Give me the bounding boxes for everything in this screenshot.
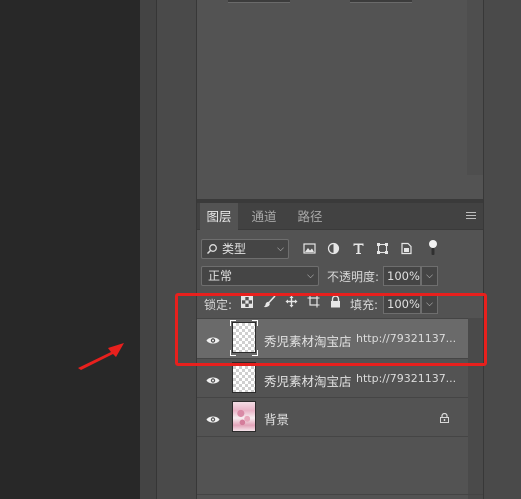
- chevron-down-icon: ⌵: [277, 244, 284, 254]
- workspace-gutter: [140, 0, 157, 499]
- tab-paths[interactable]: 路径: [290, 203, 330, 230]
- shape-filter-icon[interactable]: [376, 242, 389, 255]
- adjustment-filter-icon[interactable]: [327, 242, 340, 255]
- smart-object-filter-icon[interactable]: [400, 242, 413, 255]
- layers-panel-tabbar: [197, 203, 483, 230]
- blend-mode-dropdown[interactable]: 正常 ⌵: [201, 266, 319, 286]
- red-highlight-box: [175, 293, 487, 366]
- layer-link-text: http://79321137...: [356, 372, 457, 385]
- upper-panel-button[interactable]: [350, 0, 412, 3]
- search-icon: [206, 243, 218, 255]
- upper-panel-button[interactable]: [228, 0, 290, 3]
- opacity-slider-button[interactable]: ⌵: [421, 266, 438, 286]
- layer-thumbnail: [232, 362, 256, 393]
- visibility-eye-icon[interactable]: [206, 413, 220, 423]
- layer-name: 秀児素材淘宝店: [264, 374, 352, 389]
- layer-lock-icon: [440, 412, 449, 423]
- panel-menu-icon[interactable]: [466, 212, 476, 220]
- divider: [483, 0, 484, 499]
- background-thumbnail: [232, 401, 256, 432]
- blend-mode-value: 正常: [208, 269, 233, 283]
- opacity-input[interactable]: 100%: [383, 266, 421, 286]
- image-filter-icon[interactable]: [303, 242, 316, 255]
- chevron-down-icon: ⌵: [307, 271, 314, 281]
- upper-panel-scrollbar[interactable]: [467, 0, 483, 175]
- upper-panel: [197, 0, 483, 200]
- document-canvas-area: [0, 0, 140, 499]
- layer-row-background[interactable]: 背景: [197, 398, 468, 437]
- divider: [197, 494, 483, 495]
- filter-toggle-icon[interactable]: [428, 239, 438, 256]
- red-arrow-annotation: [75, 340, 127, 370]
- divider: [197, 436, 468, 437]
- right-panel-edge: [483, 0, 521, 499]
- opacity-label: 不透明度:: [327, 270, 380, 284]
- tab-layers[interactable]: 图层: [200, 203, 238, 230]
- visibility-eye-icon[interactable]: [206, 374, 220, 384]
- type-filter-icon[interactable]: [352, 242, 365, 255]
- layer-filter-dropdown[interactable]: 类型 ⌵: [201, 239, 289, 259]
- layer-name: 背景: [264, 412, 290, 427]
- tab-channels[interactable]: 通道: [244, 203, 284, 230]
- layer-filter-value: 类型: [222, 242, 247, 256]
- collapsed-panel-strip: [157, 0, 197, 499]
